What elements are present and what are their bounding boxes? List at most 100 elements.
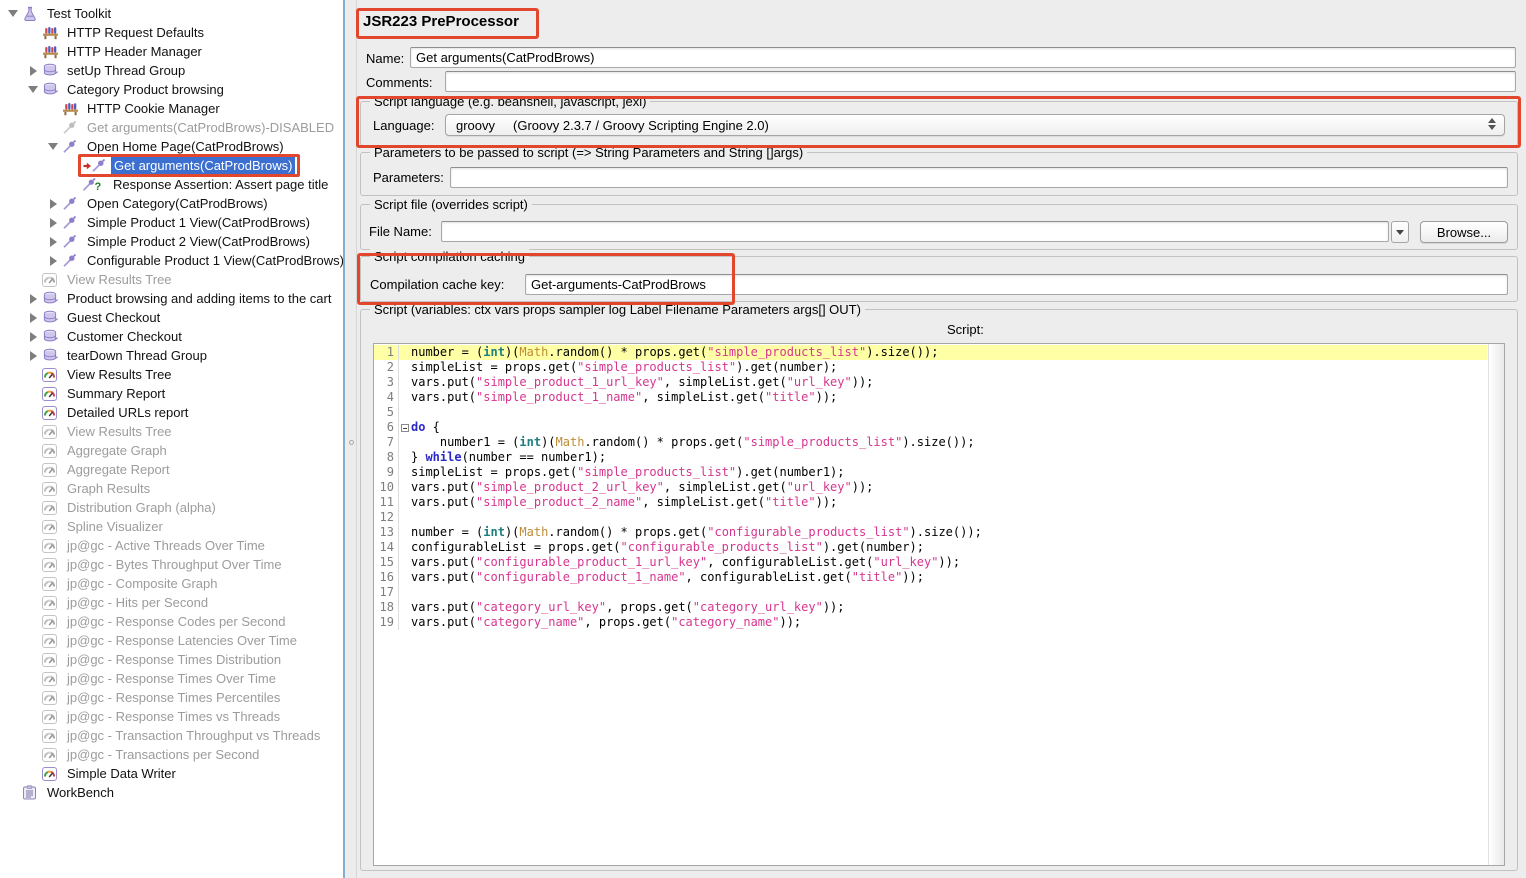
tree-item[interactable]: Simple Data Writer bbox=[0, 764, 343, 783]
tree-item[interactable]: View Results Tree bbox=[0, 422, 343, 441]
tree-item[interactable]: View Results Tree bbox=[0, 365, 343, 384]
tree-item-label[interactable]: Graph Results bbox=[64, 480, 153, 497]
tree-item-label[interactable]: jp@gc - Transaction Throughput vs Thread… bbox=[64, 727, 323, 744]
editor-scrollbar[interactable] bbox=[1488, 344, 1504, 865]
tree-item[interactable]: jp@gc - Bytes Throughput Over Time bbox=[0, 555, 343, 574]
tree-item[interactable]: Category Product browsing bbox=[0, 80, 343, 99]
tree-item[interactable]: Summary Report bbox=[0, 384, 343, 403]
tree-item[interactable]: Aggregate Graph bbox=[0, 441, 343, 460]
tree-item[interactable]: Get arguments(CatProdBrows)-DISABLED bbox=[0, 118, 343, 137]
tree-item-label[interactable]: Open Category(CatProdBrows) bbox=[84, 195, 271, 212]
tree-item-label[interactable]: Summary Report bbox=[64, 385, 168, 402]
tree-item-label[interactable]: Customer Checkout bbox=[64, 328, 185, 345]
collapse-icon[interactable] bbox=[4, 10, 22, 17]
tree-item[interactable]: Get arguments(CatProdBrows) bbox=[0, 156, 343, 175]
tree-item[interactable]: jp@gc - Response Latencies Over Time bbox=[0, 631, 343, 650]
tree-item-label[interactable]: HTTP Header Manager bbox=[64, 43, 205, 60]
collapse-icon[interactable] bbox=[24, 86, 42, 93]
fold-marker-icon[interactable] bbox=[399, 424, 411, 432]
tree-item-label[interactable]: Response Assertion: Assert page title bbox=[110, 176, 331, 193]
tree-item-label[interactable]: Get arguments(CatProdBrows) bbox=[111, 157, 295, 174]
tree-item[interactable]: Product browsing and adding items to the… bbox=[0, 289, 343, 308]
tree-item-label[interactable]: jp@gc - Hits per Second bbox=[64, 594, 211, 611]
tree-item-label[interactable]: jp@gc - Transactions per Second bbox=[64, 746, 262, 763]
expand-icon[interactable] bbox=[44, 218, 62, 228]
tree-item[interactable]: Configurable Product 1 View(CatProdBrows… bbox=[0, 251, 343, 270]
tree-item[interactable]: jp@gc - Transaction Throughput vs Thread… bbox=[0, 726, 343, 745]
tree-item[interactable]: Test Toolkit bbox=[0, 4, 343, 23]
expand-icon[interactable] bbox=[44, 199, 62, 209]
tree-item-label[interactable]: Product browsing and adding items to the… bbox=[64, 290, 334, 307]
split-pane-divider[interactable] bbox=[347, 0, 357, 878]
tree-item[interactable]: Spline Visualizer bbox=[0, 517, 343, 536]
expand-icon[interactable] bbox=[44, 237, 62, 247]
expand-icon[interactable] bbox=[24, 66, 42, 76]
tree-item[interactable]: jp@gc - Composite Graph bbox=[0, 574, 343, 593]
tree-item-label[interactable]: Simple Product 1 View(CatProdBrows) bbox=[84, 214, 313, 231]
parameters-input[interactable] bbox=[450, 167, 1508, 188]
tree-item[interactable]: Open Category(CatProdBrows) bbox=[0, 194, 343, 213]
tree-item-label[interactable]: View Results Tree bbox=[64, 271, 175, 288]
language-select[interactable]: groovy (Groovy 2.3.7 / Groovy Scripting … bbox=[445, 114, 1505, 136]
tree-item-label[interactable]: setUp Thread Group bbox=[64, 62, 188, 79]
tree-item-label[interactable]: View Results Tree bbox=[64, 423, 175, 440]
tree-item[interactable]: Simple Product 2 View(CatProdBrows) bbox=[0, 232, 343, 251]
cache-key-input[interactable] bbox=[525, 274, 1508, 295]
tree-item-label[interactable]: jp@gc - Composite Graph bbox=[64, 575, 220, 592]
tree-item[interactable]: Aggregate Report bbox=[0, 460, 343, 479]
tree-item-label[interactable]: jp@gc - Response Latencies Over Time bbox=[64, 632, 300, 649]
tree-item[interactable]: HTTP Request Defaults bbox=[0, 23, 343, 42]
tree-item-label[interactable]: Aggregate Graph bbox=[64, 442, 170, 459]
tree-item[interactable]: WorkBench bbox=[0, 783, 343, 802]
tree-item-label[interactable]: jp@gc - Active Threads Over Time bbox=[64, 537, 268, 554]
tree-item-label[interactable]: jp@gc - Response Times Over Time bbox=[64, 670, 279, 687]
tree-item[interactable]: jp@gc - Active Threads Over Time bbox=[0, 536, 343, 555]
tree-item-label[interactable]: Guest Checkout bbox=[64, 309, 163, 326]
expand-icon[interactable] bbox=[44, 256, 62, 266]
tree-item[interactable]: jp@gc - Response Codes per Second bbox=[0, 612, 343, 631]
tree-item-label[interactable]: HTTP Cookie Manager bbox=[84, 100, 223, 117]
file-name-input[interactable] bbox=[441, 221, 1389, 242]
script-editor[interactable]: 1number = (int)(Math.random() * props.ge… bbox=[373, 343, 1505, 866]
tree-item-label[interactable]: jp@gc - Response Times vs Threads bbox=[64, 708, 283, 725]
tree-item-label[interactable]: Open Home Page(CatProdBrows) bbox=[84, 138, 287, 155]
tree-item[interactable]: ?Response Assertion: Assert page title bbox=[0, 175, 343, 194]
tree-item-label[interactable]: WorkBench bbox=[44, 784, 117, 801]
tree-item[interactable]: Detailed URLs report bbox=[0, 403, 343, 422]
collapse-icon[interactable] bbox=[44, 143, 62, 150]
tree-item-label[interactable]: View Results Tree bbox=[64, 366, 175, 383]
tree-item[interactable]: jp@gc - Response Times Percentiles bbox=[0, 688, 343, 707]
expand-icon[interactable] bbox=[24, 294, 42, 304]
tree-item[interactable]: jp@gc - Transactions per Second bbox=[0, 745, 343, 764]
tree-item-label[interactable]: Detailed URLs report bbox=[64, 404, 191, 421]
expand-icon[interactable] bbox=[24, 351, 42, 361]
tree-item[interactable]: tearDown Thread Group bbox=[0, 346, 343, 365]
tree-item-label[interactable]: jp@gc - Bytes Throughput Over Time bbox=[64, 556, 285, 573]
name-input[interactable] bbox=[410, 47, 1516, 68]
tree-item-label[interactable]: Spline Visualizer bbox=[64, 518, 166, 535]
tree-item[interactable]: jp@gc - Response Times vs Threads bbox=[0, 707, 343, 726]
tree-item[interactable]: Graph Results bbox=[0, 479, 343, 498]
comments-input[interactable] bbox=[445, 71, 1516, 92]
tree-item-label[interactable]: Distribution Graph (alpha) bbox=[64, 499, 219, 516]
tree-item-label[interactable]: jp@gc - Response Codes per Second bbox=[64, 613, 288, 630]
tree-item-label[interactable]: tearDown Thread Group bbox=[64, 347, 210, 364]
tree-item-label[interactable]: Get arguments(CatProdBrows)-DISABLED bbox=[84, 119, 337, 136]
tree-item[interactable]: jp@gc - Hits per Second bbox=[0, 593, 343, 612]
test-plan-tree[interactable]: Test ToolkitHTTP Request DefaultsHTTP He… bbox=[0, 0, 345, 878]
tree-item-label[interactable]: Simple Data Writer bbox=[64, 765, 179, 782]
tree-item-label[interactable]: Test Toolkit bbox=[44, 5, 114, 22]
expand-icon[interactable] bbox=[24, 313, 42, 323]
tree-item[interactable]: jp@gc - Response Times Distribution bbox=[0, 650, 343, 669]
tree-item[interactable]: jp@gc - Response Times Over Time bbox=[0, 669, 343, 688]
tree-item[interactable]: HTTP Header Manager bbox=[0, 42, 343, 61]
tree-item-label[interactable]: jp@gc - Response Times Distribution bbox=[64, 651, 284, 668]
file-name-dropdown-button[interactable] bbox=[1391, 221, 1409, 243]
tree-item-label[interactable]: Category Product browsing bbox=[64, 81, 227, 98]
tree-item[interactable]: HTTP Cookie Manager bbox=[0, 99, 343, 118]
tree-item-label[interactable]: Simple Product 2 View(CatProdBrows) bbox=[84, 233, 313, 250]
browse-button[interactable]: Browse... bbox=[1420, 221, 1508, 243]
tree-item-label[interactable]: Configurable Product 1 View(CatProdBrows… bbox=[84, 252, 345, 269]
tree-item[interactable]: Guest Checkout bbox=[0, 308, 343, 327]
tree-item[interactable]: Distribution Graph (alpha) bbox=[0, 498, 343, 517]
